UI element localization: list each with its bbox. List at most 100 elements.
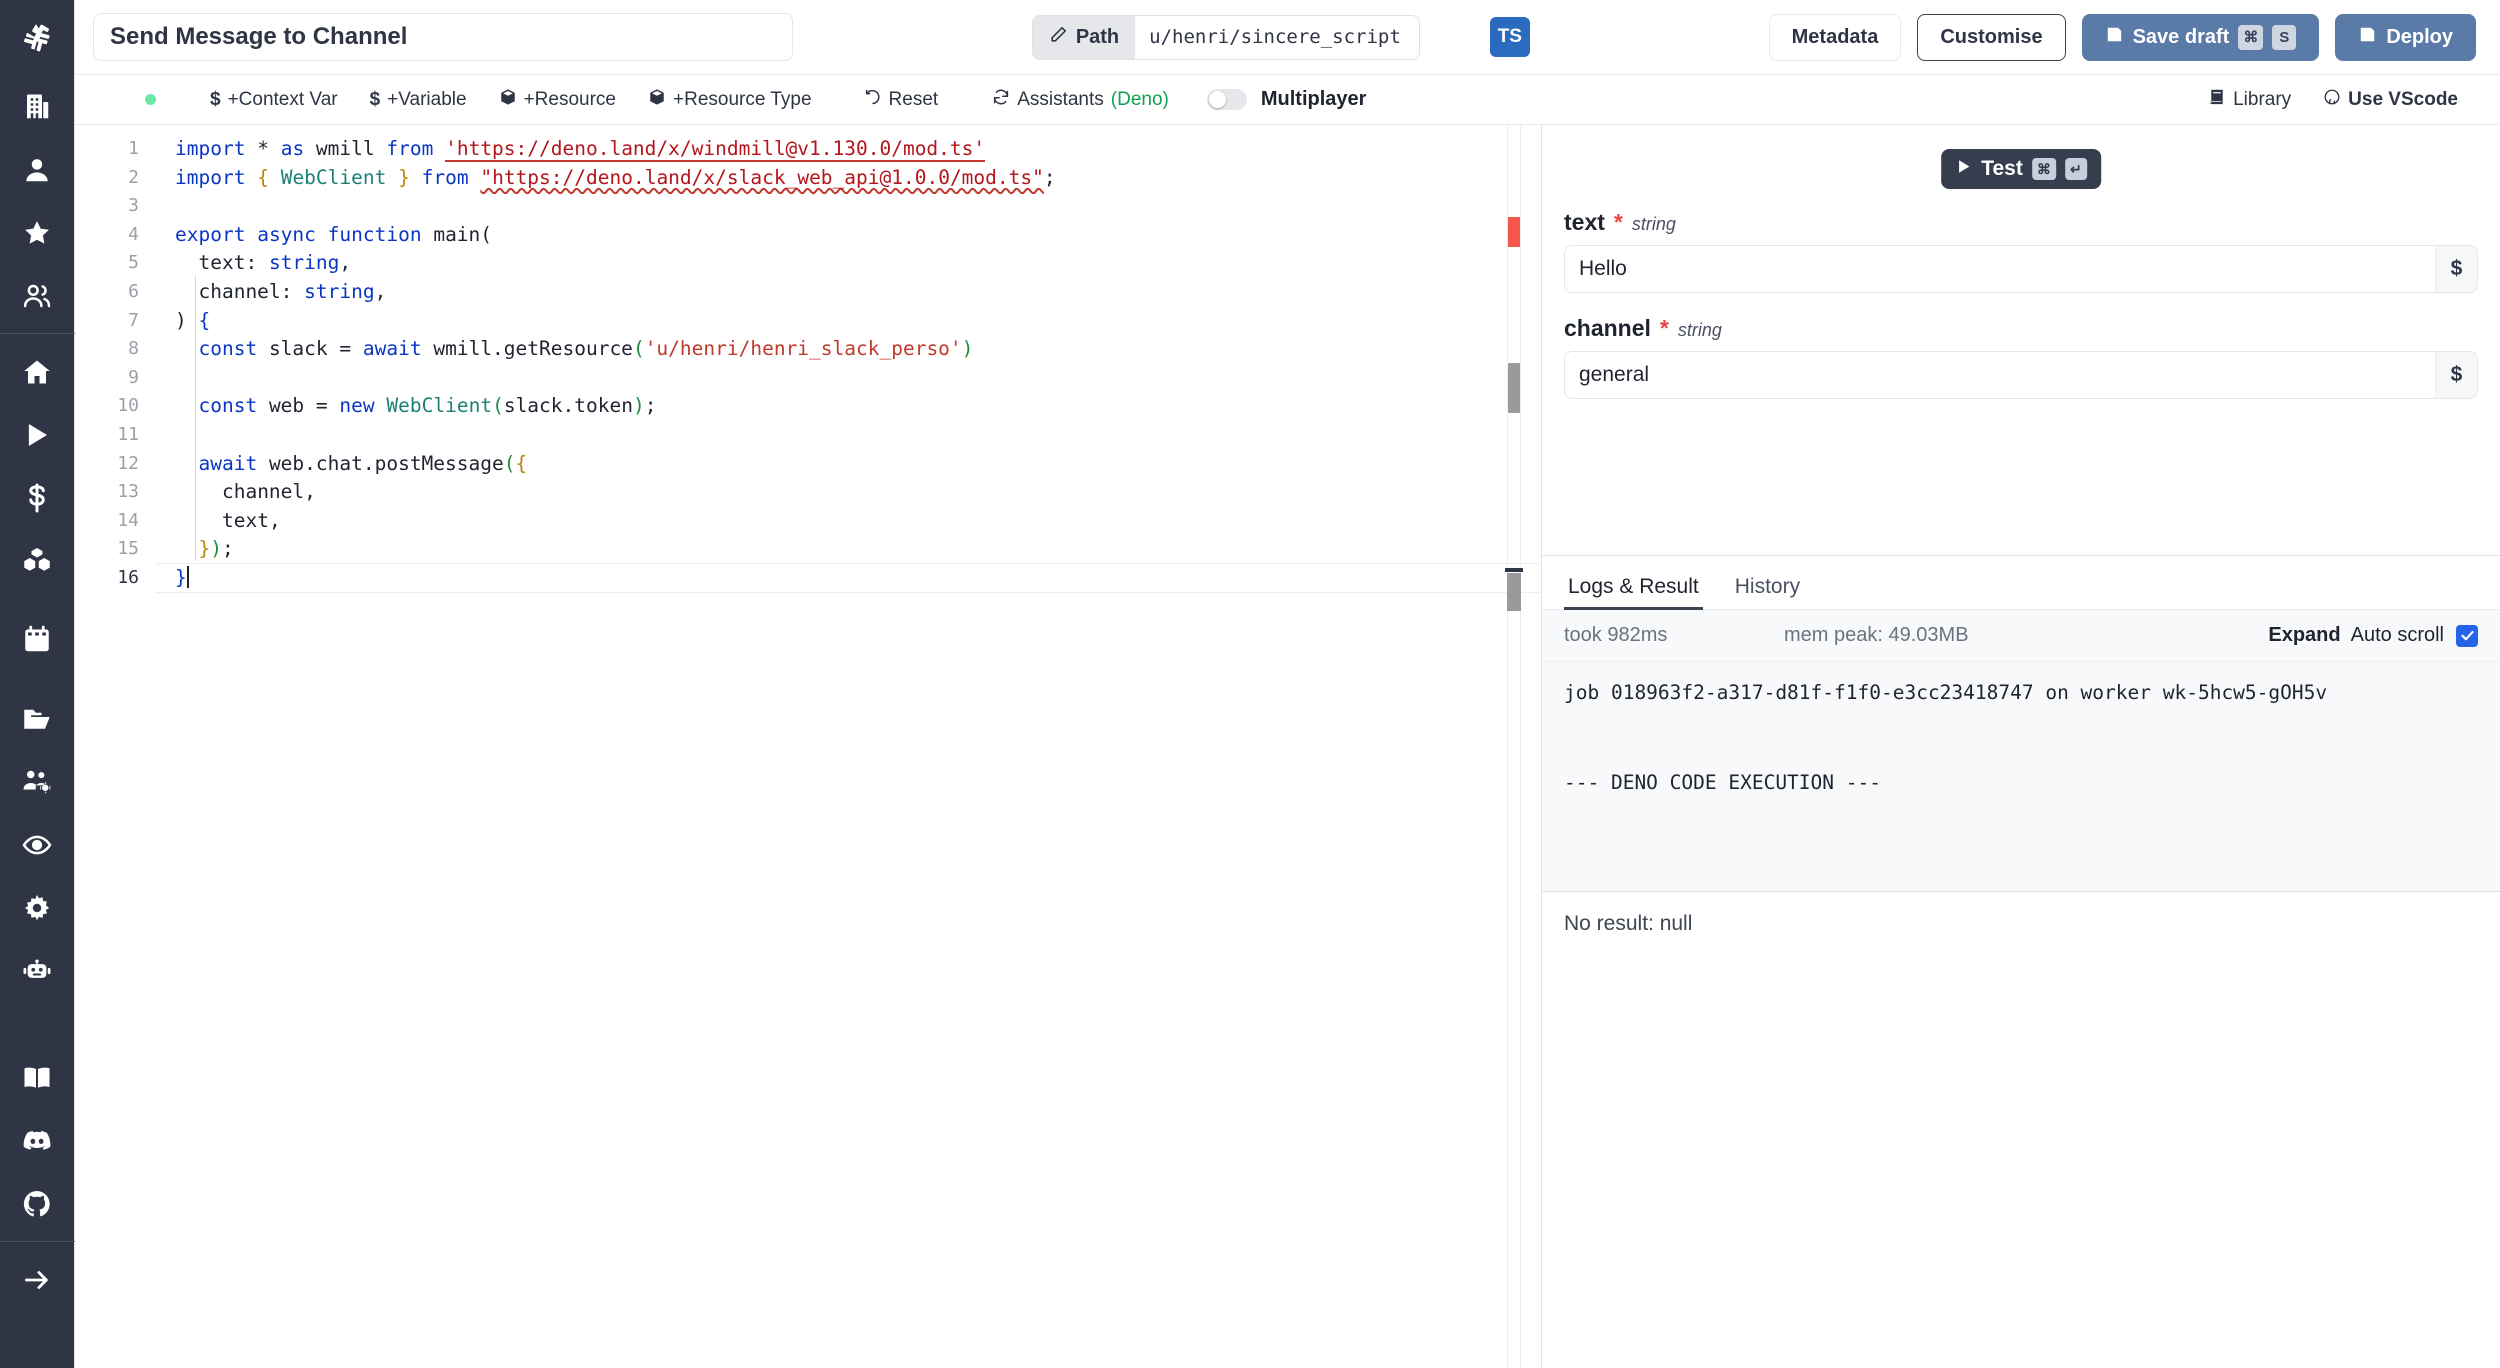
calendar-icon[interactable] [0,592,75,687]
robot-icon[interactable] [0,939,75,1002]
code-line-content[interactable]: text, [155,507,281,536]
code-line-content[interactable] [155,192,175,221]
user-settings-icon[interactable] [0,750,75,813]
use-vscode-button[interactable]: Use VScode [2307,88,2474,112]
add-variable-button[interactable]: $ +Variable [354,89,483,111]
gear-icon[interactable] [0,876,75,939]
result-text: No result: null [1564,912,1693,935]
code-line-content[interactable]: export async function main( [155,221,492,250]
code-line[interactable]: 3 [75,192,1541,221]
code-line[interactable]: 12 await web.chat.postMessage({ [75,450,1541,479]
code-line-content[interactable]: ) { [155,307,210,336]
star-icon[interactable] [0,201,75,264]
editor-body: 1 import * as wmill from 'https://deno.la… [75,125,2500,1368]
code-line[interactable]: 14 text, [75,507,1541,536]
editor-horizontal-scrollbar[interactable] [1505,568,1523,572]
code-line-content[interactable] [155,364,175,393]
line-number: 11 [117,423,139,445]
discord-icon[interactable] [0,1109,75,1172]
code-line[interactable]: 5 text: string, [75,249,1541,278]
code-line[interactable]: 2 import { WebClient } from "https://deno… [75,164,1541,193]
auto-scroll-checkbox[interactable] [2456,624,2478,647]
github-icon [2323,88,2341,112]
building-icon[interactable] [0,75,75,138]
channel-dollar-button[interactable]: $ [2435,352,2477,398]
logs-output[interactable]: job 018963f2-a317-d81f-f1f0-e3cc23418747… [1542,662,2500,892]
code-editor[interactable]: 1 import * as wmill from 'https://deno.la… [75,125,1541,1368]
code-line-content[interactable]: const slack = await wmill.getResource('u… [155,335,973,364]
multiplayer-toggle[interactable] [1206,89,1247,110]
save-shortcut-s: S [2272,24,2297,50]
assistants-button[interactable]: Assistants (Deno) [976,88,1185,112]
code-line-content[interactable]: } [155,564,189,593]
customise-button[interactable]: Customise [1917,13,2066,61]
dollar-sign-icon: $ [369,88,381,110]
code-line[interactable]: 15 }); [75,535,1541,564]
code-line-content[interactable]: channel: string, [155,278,386,307]
user-icon[interactable] [0,138,75,201]
path-label-group[interactable]: Path [1031,14,1136,60]
book-icon[interactable] [0,1046,75,1109]
assistants-language: (Deno) [1110,88,1169,110]
channel-input[interactable]: general [1565,352,2435,398]
add-context-var-button[interactable]: $ +Context Var [194,89,354,111]
text-input[interactable]: Hello [1565,246,2435,292]
metadata-button[interactable]: Metadata [1768,13,1902,61]
eye-icon[interactable] [0,813,75,876]
editor-scrollbar-track[interactable] [1507,125,1521,1368]
execution-duration: took 982ms [1564,624,1668,646]
save-draft-button[interactable]: Save draft ⌘ S [2081,13,2320,61]
code-line[interactable]: 11 [75,421,1541,450]
code-line[interactable]: 9 [75,364,1541,393]
dollar-icon[interactable] [0,466,75,529]
folder-icon[interactable] [0,687,75,750]
code-line-content[interactable]: text: string, [155,249,351,278]
code-line[interactable]: 13 channel, [75,478,1541,507]
deploy-button[interactable]: Deploy [2335,13,2476,61]
home-icon[interactable] [0,340,75,403]
error-marker[interactable] [1508,217,1520,247]
text-dollar-button[interactable]: $ [2435,246,2477,292]
field-channel-required: * [1659,315,1669,341]
code-line-content[interactable]: const web = new WebClient(slack.token); [155,392,656,421]
code-line-content[interactable]: await web.chat.postMessage({ [155,450,527,479]
code-line[interactable]: 6 channel: string, [75,278,1541,307]
code-line-content[interactable] [155,421,175,450]
code-line[interactable]: 10 const web = new WebClient(slack.token… [75,392,1541,421]
test-button[interactable]: Test ⌘ ↵ [1941,149,2101,189]
code-line-content[interactable]: import { WebClient } from "https://deno.… [155,164,1056,193]
code-line-content[interactable]: import * as wmill from 'https://deno.lan… [155,135,986,164]
cubes-icon[interactable] [0,529,75,592]
windmill-logo-icon[interactable] [0,0,74,75]
code-line[interactable]: 16} [75,564,1541,593]
field-channel-type: string [1677,320,1722,340]
code-line[interactable]: 4 export async function main( [75,221,1541,250]
main-area: Send Message to Channel Path u/henri/sin… [75,0,2500,1368]
code-line-content[interactable]: channel, [155,478,316,507]
path-value[interactable]: u/henri/sincere_script [1135,14,1420,60]
code-line[interactable]: 7) { [75,307,1541,336]
users-icon[interactable] [0,264,75,327]
play-icon[interactable] [0,403,75,466]
arguments-panel: Test ⌘ ↵ text * string Hello $ channel *… [1542,125,2500,555]
editor-vertical-scrollbar[interactable] [1508,363,1520,413]
script-path[interactable]: Path u/henri/sincere_script [1031,14,1420,60]
arrow-right-icon[interactable] [0,1248,75,1311]
code-line-content[interactable]: }); [155,535,233,564]
library-button[interactable]: Library [2192,88,2307,112]
current-line-top-border [155,563,1541,564]
code-line[interactable]: 1 import * as wmill from 'https://deno.la… [75,135,1541,164]
add-resource-type-button[interactable]: +Resource Type [632,88,828,112]
field-text-input-wrap: Hello $ [1564,245,2478,293]
tab-logs-result[interactable]: Logs & Result [1564,576,1717,610]
editor-scroll-thumb-secondary[interactable] [1507,573,1521,611]
reset-button[interactable]: Reset [848,88,955,112]
script-title-input[interactable]: Send Message to Channel [93,13,793,61]
book-icon [2208,88,2226,112]
reset-label: Reset [888,88,939,110]
github-icon[interactable] [0,1172,75,1235]
tab-history[interactable]: History [1731,576,1818,609]
expand-button[interactable]: Expand [2268,624,2340,647]
code-line[interactable]: 8 const slack = await wmill.getResource(… [75,335,1541,364]
add-resource-button[interactable]: +Resource [483,88,632,112]
